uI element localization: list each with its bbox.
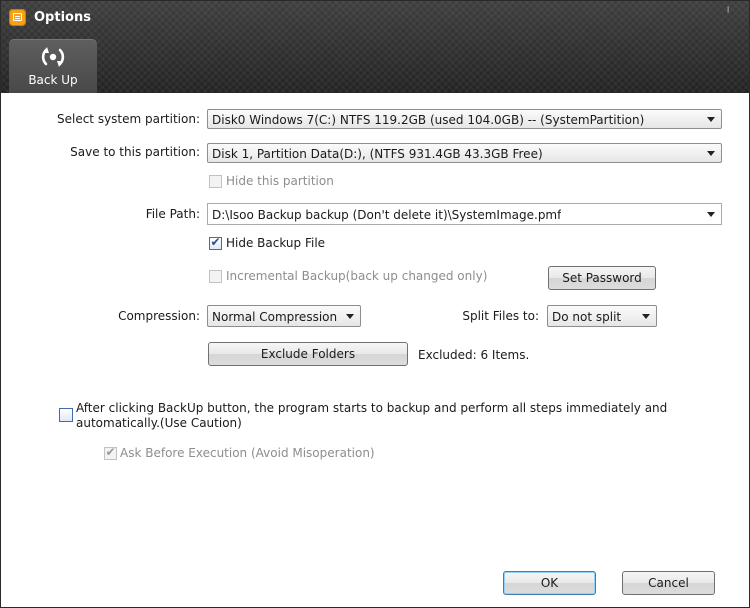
system-partition-select[interactable]: Disk0 Windows 7(C:) NTFS 119.2GB (used 1… [207, 109, 722, 129]
excluded-count-text: Excluded: 6 Items. [418, 348, 530, 362]
ask-before-execution-checkbox[interactable]: ✔ [104, 445, 117, 460]
hide-partition-checkbox[interactable] [209, 175, 222, 188]
set-password-button[interactable]: Set Password [548, 266, 656, 290]
ask-before-execution-label: Ask Before Execution (Avoid Misoperation… [120, 446, 375, 460]
app-icon [9, 9, 26, 26]
split-files-label: Split Files to: [462, 309, 539, 323]
immediate-backup-label-line2: automatically.(Use Caution) [76, 416, 242, 430]
exclude-folders-button[interactable]: Exclude Folders [208, 342, 408, 366]
hide-partition-label: Hide this partition [226, 174, 334, 188]
chevron-down-icon [707, 117, 715, 122]
incremental-backup-checkbox[interactable] [209, 270, 222, 283]
checkmark-icon: ✔ [210, 235, 221, 249]
hide-backup-file-label: Hide Backup File [226, 236, 326, 250]
cancel-button[interactable]: Cancel [622, 571, 715, 595]
chevron-down-icon [642, 314, 650, 319]
file-path-value: D:\Isoo Backup backup (Don't delete it)\… [212, 208, 562, 222]
file-path-input[interactable]: D:\Isoo Backup backup (Don't delete it)\… [207, 203, 722, 225]
compression-value: Normal Compression [212, 310, 338, 324]
save-partition-label: Save to this partition: [70, 145, 200, 159]
title-bar: Options ˡ Back Up [1, 1, 749, 93]
chevron-down-icon [707, 212, 715, 217]
save-partition-select[interactable]: Disk 1, Partition Data(D:), (NTFS 931.4G… [207, 143, 722, 163]
system-partition-label: Select system partition: [56, 112, 200, 126]
split-files-select[interactable]: Do not split [547, 305, 657, 327]
chevron-down-icon [346, 314, 354, 319]
compression-select[interactable]: Normal Compression [207, 305, 361, 327]
checkmark-icon: ✔ [105, 445, 116, 459]
immediate-backup-label-line1: After clicking BackUp button, the progra… [76, 401, 668, 415]
file-path-label: File Path: [145, 207, 200, 221]
system-partition-value: Disk0 Windows 7(C:) NTFS 119.2GB (used 1… [212, 113, 645, 127]
window-title: Options [34, 10, 91, 25]
tab-label: Back Up [28, 73, 78, 87]
immediate-backup-checkbox[interactable] [59, 408, 73, 422]
hide-backup-file-checkbox[interactable]: ✔ [209, 235, 222, 250]
split-files-value: Do not split [552, 310, 622, 324]
incremental-backup-label: Incremental Backup(back up changed only) [226, 269, 488, 283]
tab-back-up[interactable]: Back Up [9, 39, 97, 93]
options-dialog: Options ˡ Back Up Select system partitio… [0, 0, 750, 608]
close-icon[interactable]: ˡ [721, 5, 735, 21]
compression-label: Compression: [118, 309, 200, 323]
backup-icon [41, 47, 65, 67]
save-partition-value: Disk 1, Partition Data(D:), (NTFS 931.4G… [212, 147, 543, 161]
ok-button[interactable]: OK [503, 571, 596, 595]
chevron-down-icon [707, 151, 715, 156]
